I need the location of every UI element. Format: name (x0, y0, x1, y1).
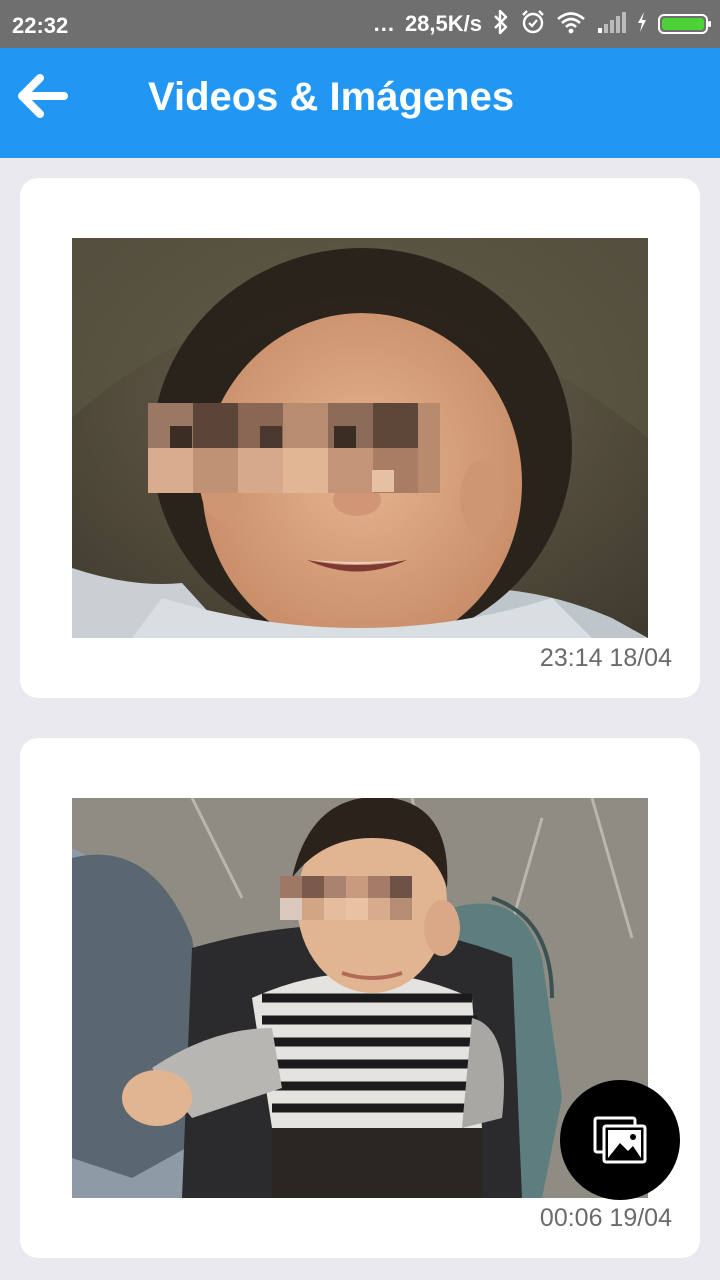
signal-icon (596, 11, 626, 38)
arrow-left-icon (18, 74, 68, 118)
app-bar: Videos & Imágenes (0, 48, 720, 158)
charging-icon (636, 11, 648, 38)
media-timestamp: 00:06 19/04 (539, 1204, 672, 1232)
gallery-icon (593, 1116, 647, 1164)
alarm-icon (520, 9, 546, 40)
bluetooth-icon (492, 9, 510, 40)
baby-photo-image (72, 238, 648, 638)
back-button[interactable] (14, 68, 74, 124)
status-icons: ... 28,5K/s (373, 0, 711, 48)
media-photo[interactable] (72, 238, 648, 638)
battery-icon (658, 14, 711, 34)
media-timestamp: 23:14 18/04 (539, 644, 672, 672)
page-title: Videos & Imágenes (148, 75, 515, 119)
status-time: 22:32 (12, 13, 69, 38)
status-dots: ... (373, 11, 395, 36)
network-speed: 28,5K/s (404, 11, 482, 36)
status-bar: 22:32 ... 28,5K/s (0, 0, 720, 48)
gallery-button[interactable] (560, 1080, 680, 1200)
wifi-icon (556, 10, 586, 39)
media-card[interactable]: 23:14 18/04 (20, 178, 700, 698)
